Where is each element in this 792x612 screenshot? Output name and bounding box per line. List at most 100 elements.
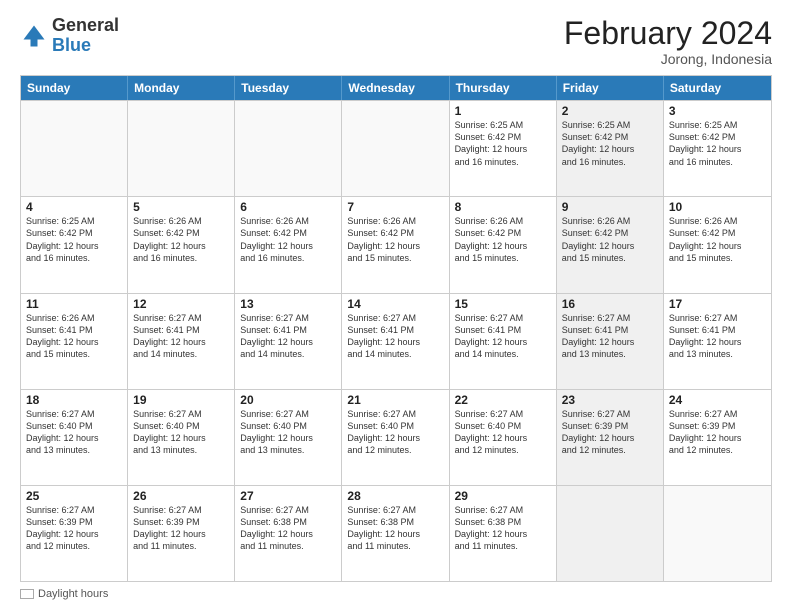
day-number: 20 [240, 393, 336, 407]
header-cell-saturday: Saturday [664, 76, 771, 100]
daylight-legend: Daylight hours [20, 588, 108, 600]
cal-cell: 25Sunrise: 6:27 AMSunset: 6:39 PMDayligh… [21, 486, 128, 581]
footer: Daylight hours [20, 588, 772, 600]
cell-info: Sunrise: 6:27 AMSunset: 6:41 PMDaylight:… [240, 312, 336, 361]
day-number: 25 [26, 489, 122, 503]
day-number: 29 [455, 489, 551, 503]
calendar-body: 1Sunrise: 6:25 AMSunset: 6:42 PMDaylight… [21, 100, 771, 581]
week-row-4: 18Sunrise: 6:27 AMSunset: 6:40 PMDayligh… [21, 389, 771, 485]
header-cell-monday: Monday [128, 76, 235, 100]
cell-info: Sunrise: 6:27 AMSunset: 6:41 PMDaylight:… [133, 312, 229, 361]
day-number: 9 [562, 200, 658, 214]
cell-info: Sunrise: 6:25 AMSunset: 6:42 PMDaylight:… [455, 119, 551, 168]
day-number: 16 [562, 297, 658, 311]
cal-cell: 17Sunrise: 6:27 AMSunset: 6:41 PMDayligh… [664, 294, 771, 389]
calendar: SundayMondayTuesdayWednesdayThursdayFrid… [20, 75, 772, 582]
week-row-5: 25Sunrise: 6:27 AMSunset: 6:39 PMDayligh… [21, 485, 771, 581]
cell-info: Sunrise: 6:25 AMSunset: 6:42 PMDaylight:… [669, 119, 766, 168]
day-number: 2 [562, 104, 658, 118]
cell-info: Sunrise: 6:26 AMSunset: 6:42 PMDaylight:… [562, 215, 658, 264]
cal-cell [557, 486, 664, 581]
week-row-3: 11Sunrise: 6:26 AMSunset: 6:41 PMDayligh… [21, 293, 771, 389]
day-number: 23 [562, 393, 658, 407]
header-cell-wednesday: Wednesday [342, 76, 449, 100]
logo-icon [20, 22, 48, 50]
cal-cell: 12Sunrise: 6:27 AMSunset: 6:41 PMDayligh… [128, 294, 235, 389]
cal-cell: 15Sunrise: 6:27 AMSunset: 6:41 PMDayligh… [450, 294, 557, 389]
day-number: 8 [455, 200, 551, 214]
cell-info: Sunrise: 6:27 AMSunset: 6:38 PMDaylight:… [455, 504, 551, 553]
cell-info: Sunrise: 6:25 AMSunset: 6:42 PMDaylight:… [26, 215, 122, 264]
cal-cell: 28Sunrise: 6:27 AMSunset: 6:38 PMDayligh… [342, 486, 449, 581]
cal-cell: 26Sunrise: 6:27 AMSunset: 6:39 PMDayligh… [128, 486, 235, 581]
cell-info: Sunrise: 6:27 AMSunset: 6:41 PMDaylight:… [347, 312, 443, 361]
cell-info: Sunrise: 6:26 AMSunset: 6:42 PMDaylight:… [240, 215, 336, 264]
cell-info: Sunrise: 6:27 AMSunset: 6:40 PMDaylight:… [240, 408, 336, 457]
cal-cell: 9Sunrise: 6:26 AMSunset: 6:42 PMDaylight… [557, 197, 664, 292]
header: General Blue February 2024 Jorong, Indon… [20, 16, 772, 67]
cal-cell: 6Sunrise: 6:26 AMSunset: 6:42 PMDaylight… [235, 197, 342, 292]
cal-cell: 21Sunrise: 6:27 AMSunset: 6:40 PMDayligh… [342, 390, 449, 485]
cell-info: Sunrise: 6:27 AMSunset: 6:39 PMDaylight:… [26, 504, 122, 553]
cal-cell [235, 101, 342, 196]
day-number: 13 [240, 297, 336, 311]
cal-cell: 22Sunrise: 6:27 AMSunset: 6:40 PMDayligh… [450, 390, 557, 485]
cal-cell: 16Sunrise: 6:27 AMSunset: 6:41 PMDayligh… [557, 294, 664, 389]
calendar-header-row: SundayMondayTuesdayWednesdayThursdayFrid… [21, 76, 771, 100]
cal-cell: 11Sunrise: 6:26 AMSunset: 6:41 PMDayligh… [21, 294, 128, 389]
day-number: 3 [669, 104, 766, 118]
header-cell-sunday: Sunday [21, 76, 128, 100]
cal-cell: 14Sunrise: 6:27 AMSunset: 6:41 PMDayligh… [342, 294, 449, 389]
cell-info: Sunrise: 6:27 AMSunset: 6:41 PMDaylight:… [562, 312, 658, 361]
location-subtitle: Jorong, Indonesia [564, 51, 772, 67]
cal-cell: 13Sunrise: 6:27 AMSunset: 6:41 PMDayligh… [235, 294, 342, 389]
cell-info: Sunrise: 6:26 AMSunset: 6:41 PMDaylight:… [26, 312, 122, 361]
day-number: 14 [347, 297, 443, 311]
cell-info: Sunrise: 6:27 AMSunset: 6:41 PMDaylight:… [669, 312, 766, 361]
day-number: 10 [669, 200, 766, 214]
day-number: 4 [26, 200, 122, 214]
cal-cell: 4Sunrise: 6:25 AMSunset: 6:42 PMDaylight… [21, 197, 128, 292]
cal-cell: 27Sunrise: 6:27 AMSunset: 6:38 PMDayligh… [235, 486, 342, 581]
day-number: 12 [133, 297, 229, 311]
cal-cell: 19Sunrise: 6:27 AMSunset: 6:40 PMDayligh… [128, 390, 235, 485]
cell-info: Sunrise: 6:27 AMSunset: 6:39 PMDaylight:… [133, 504, 229, 553]
cal-cell [342, 101, 449, 196]
cal-cell [664, 486, 771, 581]
cal-cell [21, 101, 128, 196]
cell-info: Sunrise: 6:27 AMSunset: 6:40 PMDaylight:… [133, 408, 229, 457]
day-number: 24 [669, 393, 766, 407]
day-number: 19 [133, 393, 229, 407]
cal-cell: 23Sunrise: 6:27 AMSunset: 6:39 PMDayligh… [557, 390, 664, 485]
cal-cell: 5Sunrise: 6:26 AMSunset: 6:42 PMDaylight… [128, 197, 235, 292]
cal-cell: 20Sunrise: 6:27 AMSunset: 6:40 PMDayligh… [235, 390, 342, 485]
cal-cell: 18Sunrise: 6:27 AMSunset: 6:40 PMDayligh… [21, 390, 128, 485]
day-number: 27 [240, 489, 336, 503]
day-number: 6 [240, 200, 336, 214]
cell-info: Sunrise: 6:27 AMSunset: 6:38 PMDaylight:… [347, 504, 443, 553]
logo-general-text: General [52, 15, 119, 35]
cal-cell: 1Sunrise: 6:25 AMSunset: 6:42 PMDaylight… [450, 101, 557, 196]
cell-info: Sunrise: 6:27 AMSunset: 6:38 PMDaylight:… [240, 504, 336, 553]
cell-info: Sunrise: 6:25 AMSunset: 6:42 PMDaylight:… [562, 119, 658, 168]
cell-info: Sunrise: 6:27 AMSunset: 6:40 PMDaylight:… [347, 408, 443, 457]
day-number: 17 [669, 297, 766, 311]
day-number: 21 [347, 393, 443, 407]
title-block: February 2024 Jorong, Indonesia [564, 16, 772, 67]
logo-blue-text: Blue [52, 35, 91, 55]
cal-cell: 2Sunrise: 6:25 AMSunset: 6:42 PMDaylight… [557, 101, 664, 196]
cell-info: Sunrise: 6:27 AMSunset: 6:40 PMDaylight:… [26, 408, 122, 457]
cell-info: Sunrise: 6:26 AMSunset: 6:42 PMDaylight:… [347, 215, 443, 264]
day-number: 7 [347, 200, 443, 214]
week-row-2: 4Sunrise: 6:25 AMSunset: 6:42 PMDaylight… [21, 196, 771, 292]
day-number: 26 [133, 489, 229, 503]
logo: General Blue [20, 16, 119, 56]
cal-cell [128, 101, 235, 196]
cell-info: Sunrise: 6:26 AMSunset: 6:42 PMDaylight:… [133, 215, 229, 264]
cell-info: Sunrise: 6:27 AMSunset: 6:40 PMDaylight:… [455, 408, 551, 457]
daylight-label: Daylight hours [38, 588, 108, 600]
header-cell-tuesday: Tuesday [235, 76, 342, 100]
week-row-1: 1Sunrise: 6:25 AMSunset: 6:42 PMDaylight… [21, 100, 771, 196]
day-number: 1 [455, 104, 551, 118]
cell-info: Sunrise: 6:26 AMSunset: 6:42 PMDaylight:… [669, 215, 766, 264]
